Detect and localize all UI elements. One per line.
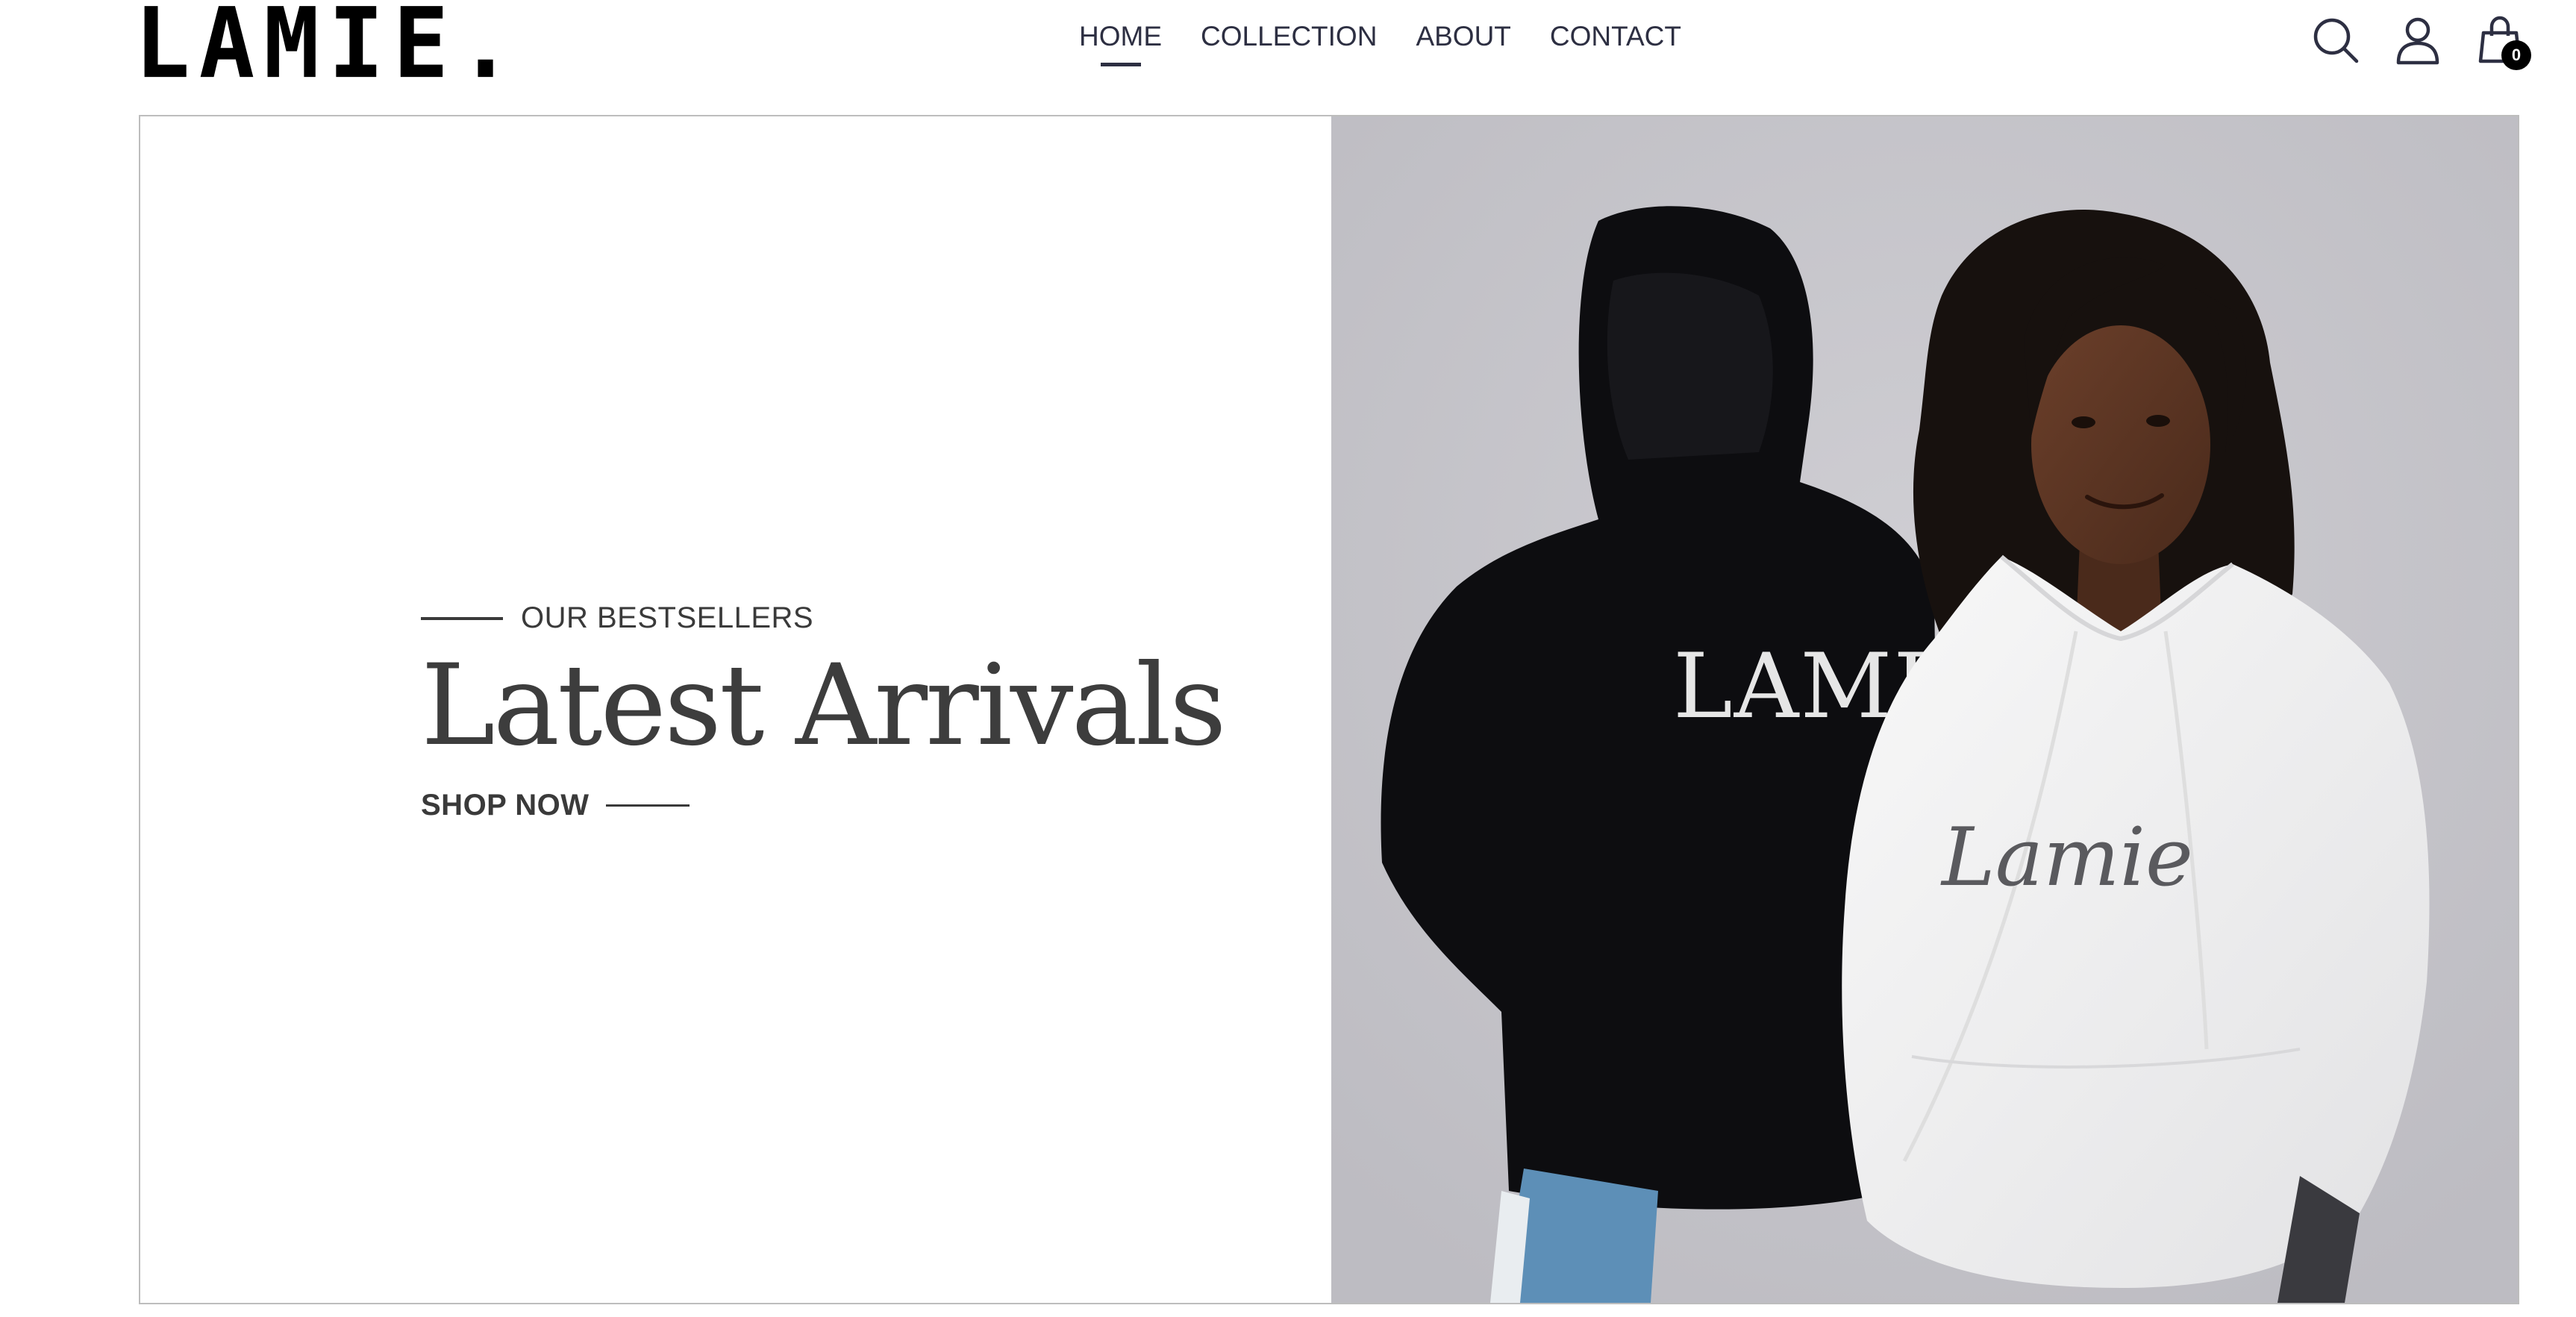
search-icon[interactable] — [2309, 13, 2363, 67]
hero-title: Latest Arrivals — [421, 641, 1227, 771]
nav-item-collection[interactable]: COLLECTION — [1201, 18, 1377, 55]
eyebrow-label: OUR BESTSELLERS — [521, 601, 814, 634]
nav-item-home[interactable]: HOME — [1079, 18, 1162, 55]
hero-text-panel: OUR BESTSELLERS Latest Arrivals SHOP NOW — [140, 116, 1331, 1303]
account-icon[interactable] — [2391, 13, 2445, 67]
brand-logo[interactable]: LAMIE. — [134, 0, 522, 93]
hero-text-block: OUR BESTSELLERS Latest Arrivals SHOP NOW — [421, 601, 1227, 822]
hero-banner: OUR BESTSELLERS Latest Arrivals SHOP NOW — [139, 115, 2519, 1304]
hero-photo-panel: LAMIE Lamie — [1331, 116, 2518, 1303]
front-hoodie-print: Lamie — [1940, 811, 2193, 904]
main-nav: HOME COLLECTION ABOUT CONTACT — [1079, 18, 1681, 55]
hero-photo: LAMIE Lamie — [1331, 116, 2518, 1303]
nav-item-about[interactable]: ABOUT — [1416, 18, 1510, 55]
eyebrow-line — [421, 616, 503, 620]
shop-now-line — [605, 804, 690, 807]
cart-count-badge: 0 — [2501, 40, 2531, 70]
eyebrow: OUR BESTSELLERS — [421, 601, 1225, 635]
shop-now-link[interactable]: SHOP NOW — [421, 789, 1225, 822]
shop-now-label[interactable]: SHOP NOW — [421, 789, 590, 822]
face — [2031, 325, 2210, 564]
nav-item-contact[interactable]: CONTACT — [1550, 18, 1681, 55]
site-header: LAMIE. HOME COLLECTION ABOUT CONTACT 0 — [0, 0, 2576, 112]
